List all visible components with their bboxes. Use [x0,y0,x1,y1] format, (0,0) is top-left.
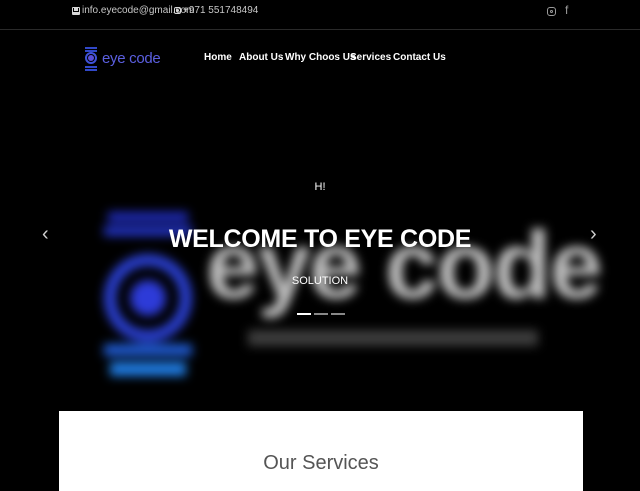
services-section: Our Services [59,411,583,491]
slide-indicator-2[interactable] [314,313,328,315]
next-slide-chevron-icon[interactable]: › [590,223,597,246]
instagram-icon[interactable] [547,7,556,16]
services-title: Our Services [263,452,379,474]
nav-contact-us[interactable]: Contact Us [393,52,446,63]
nav-about-us[interactable]: About Us [239,52,283,63]
prev-slide-chevron-icon[interactable]: ‹ [42,223,49,246]
phone-contact[interactable]: +971 551748494 [174,5,258,16]
phone-text[interactable]: +971 551748494 [183,5,258,16]
nav-why-choose-us[interactable]: Why Choos Us [285,52,356,63]
slider-indicators [297,313,345,315]
top-bar: info.eyecode@gmail.com +971 551748494 f [0,0,640,30]
nav-home[interactable]: Home [204,52,232,63]
slide-indicator-1[interactable] [297,313,311,315]
site-logo[interactable]: eye code [84,45,161,71]
facebook-icon[interactable]: f [565,3,568,17]
phone-icon [174,7,181,14]
hero-greeting: H! [314,181,326,193]
nav-services[interactable]: Services [350,52,391,63]
hero-subtitle: SOLUTION [291,275,349,287]
logo-text: eye code [102,49,161,67]
slide-indicator-3[interactable] [331,313,345,315]
hero-title: WELCOME TO EYE CODE [168,225,472,253]
hero-logo-tagline [248,330,538,346]
mail-icon [72,6,80,15]
logo-mark-icon [84,45,98,71]
